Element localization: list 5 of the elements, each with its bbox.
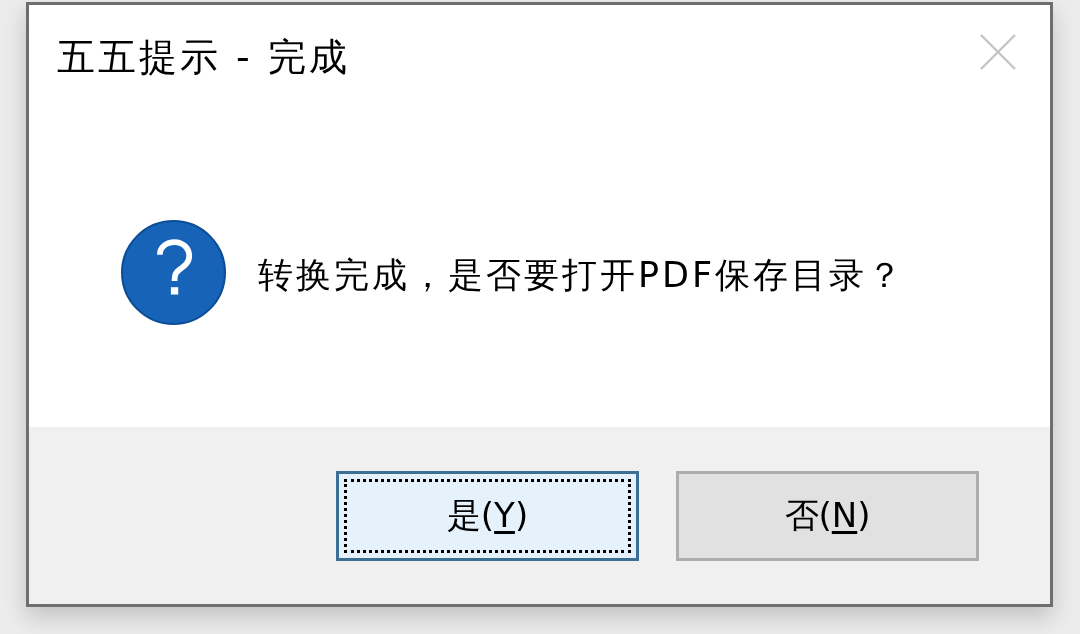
window-title: 五五提示 - 完成 xyxy=(57,36,350,80)
message-text: 转换完成，是否要打开PDF保存目录？ xyxy=(258,254,906,296)
yes-button[interactable]: 是(Y) xyxy=(336,470,639,561)
no-button[interactable]: 否(N) xyxy=(676,470,979,561)
question-icon xyxy=(121,219,226,325)
